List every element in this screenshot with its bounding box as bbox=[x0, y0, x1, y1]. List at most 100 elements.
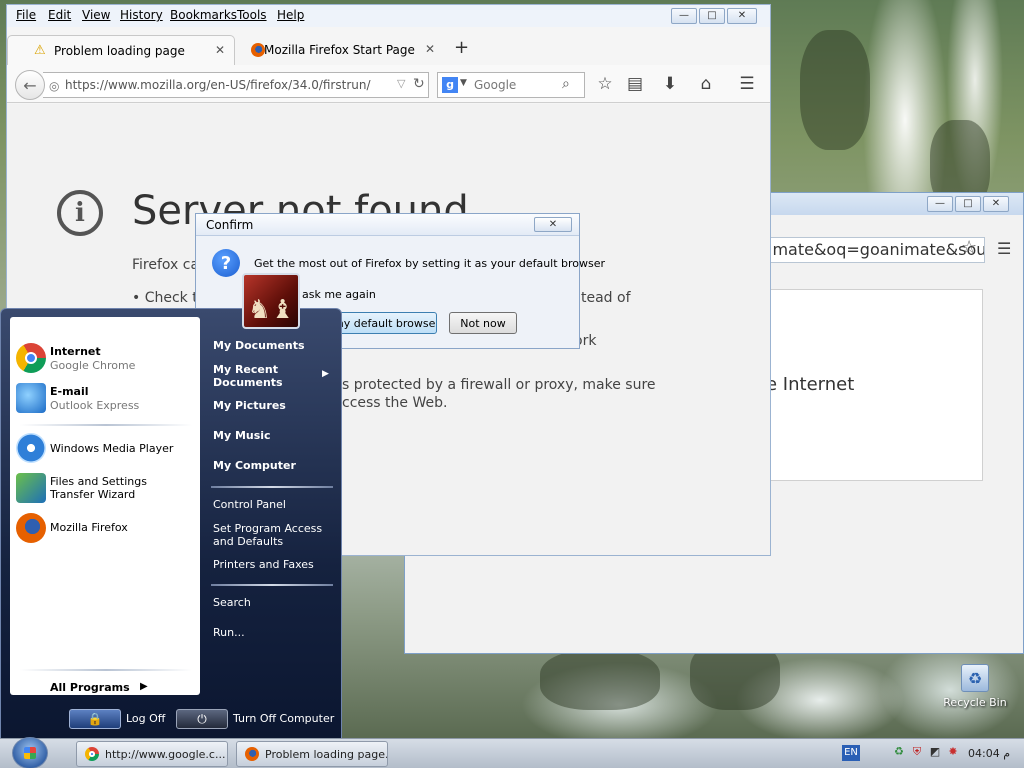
wallpaper-rock bbox=[540, 650, 660, 710]
my-pictures[interactable]: My Pictures bbox=[213, 399, 286, 412]
menu-view[interactable]: View bbox=[82, 8, 110, 22]
tab-label: Mozilla Firefox Start Page bbox=[264, 43, 415, 57]
home-icon[interactable]: ⌂ bbox=[695, 74, 717, 94]
tab-close-icon[interactable]: ✕ bbox=[215, 43, 225, 57]
separator bbox=[211, 486, 333, 488]
confirm-titlebar[interactable]: Confirm ✕ bbox=[196, 214, 579, 236]
close-icon[interactable]: ✕ bbox=[534, 217, 572, 232]
firefox-icon bbox=[245, 747, 259, 761]
recycle-bin[interactable]: ♻ Recycle Bin bbox=[942, 664, 1008, 709]
confirm-title: Confirm bbox=[206, 218, 254, 232]
program-name: Windows Media Player bbox=[50, 442, 174, 455]
search-item[interactable]: Search bbox=[213, 596, 251, 609]
maximize-button[interactable]: □ bbox=[955, 196, 981, 212]
engine-dropdown-icon[interactable]: ▼ bbox=[460, 78, 467, 88]
error-web-text: ccess the Web. bbox=[342, 395, 448, 411]
back-button[interactable]: ← bbox=[15, 70, 45, 100]
program-name: Internet bbox=[50, 345, 101, 358]
error-description: Firefox ca bbox=[132, 257, 200, 273]
menu-file[interactable]: File bbox=[16, 8, 36, 22]
separator bbox=[20, 424, 192, 426]
program-mozilla-firefox[interactable]: Mozilla Firefox bbox=[14, 509, 196, 549]
run-item[interactable]: Run... bbox=[213, 626, 245, 639]
program-files-settings-transfer[interactable]: Files and Settings Transfer Wizard bbox=[14, 469, 196, 509]
new-tab-icon[interactable]: + bbox=[454, 37, 469, 58]
program-internet[interactable]: Internet Google Chrome bbox=[14, 339, 196, 379]
bookmark-star-icon[interactable]: ☆ bbox=[961, 237, 977, 258]
chrome-error-card: e Internet bbox=[765, 289, 983, 481]
taskbar-item-firefox[interactable]: Problem loading page... bbox=[236, 741, 388, 767]
taskbar-item-label: Problem loading page... bbox=[265, 748, 388, 761]
turn-off-label[interactable]: Turn Off Computer bbox=[233, 712, 334, 725]
tray-network-icon[interactable]: ♻ bbox=[892, 745, 906, 759]
search-icon[interactable]: ⌕ bbox=[562, 76, 570, 92]
chrome-icon bbox=[85, 747, 99, 761]
log-off-button[interactable]: 🔒 bbox=[69, 709, 121, 729]
log-off-label[interactable]: Log Off bbox=[126, 712, 165, 725]
minimize-button[interactable]: — bbox=[671, 8, 697, 24]
menu-history[interactable]: History bbox=[120, 8, 163, 22]
transfer-wizard-icon bbox=[16, 473, 46, 503]
omnibox-text: imate&oq=goanimate&sou bbox=[768, 240, 985, 259]
start-menu: ♞♝ Internet Google Chrome E-mail Outlook… bbox=[0, 273, 342, 740]
warning-icon: ⚠ bbox=[34, 43, 46, 58]
program-email[interactable]: E-mail Outlook Express bbox=[14, 379, 196, 419]
menu-tools[interactable]: Tools bbox=[237, 8, 267, 22]
control-panel[interactable]: Control Panel bbox=[213, 498, 286, 511]
desktop: ♻ Recycle Bin — □ ✕ imate&oq=goanimate&s… bbox=[0, 0, 1024, 768]
language-indicator[interactable]: EN bbox=[842, 745, 860, 761]
my-computer[interactable]: My Computer bbox=[213, 459, 296, 472]
firefox-menubar: File Edit View History Bookmarks Tools H… bbox=[7, 5, 770, 27]
close-button[interactable]: ✕ bbox=[983, 196, 1009, 212]
error-bullet: • Check t bbox=[132, 290, 198, 306]
info-icon: i bbox=[57, 190, 103, 236]
error-proxy-text: s protected by a firewall or proxy, make… bbox=[342, 377, 656, 393]
my-music[interactable]: My Music bbox=[213, 429, 271, 442]
tab-close-icon[interactable]: ✕ bbox=[425, 42, 435, 56]
url-dropdown-icon[interactable]: ▽ bbox=[397, 77, 405, 90]
firefox-icon bbox=[251, 43, 265, 57]
start-button[interactable] bbox=[12, 737, 48, 768]
my-documents[interactable]: My Documents bbox=[213, 339, 305, 352]
search-placeholder: Google bbox=[474, 78, 517, 92]
user-picture-chess-icon[interactable]: ♞♝ bbox=[242, 273, 300, 329]
chrome-omnibox[interactable]: imate&oq=goanimate&sou bbox=[765, 237, 985, 263]
confirm-message: Get the most out of Firefox by setting i… bbox=[254, 257, 606, 270]
download-icon[interactable]: ⬇ bbox=[659, 74, 681, 94]
minimize-button[interactable]: — bbox=[927, 196, 953, 212]
set-program-access[interactable]: Set Program Access and Defaults bbox=[213, 522, 325, 548]
turn-off-button[interactable]: ⏻ bbox=[176, 709, 228, 729]
tab-firefox-start[interactable]: Mozilla Firefox Start Page ✕ bbox=[239, 35, 439, 65]
clock[interactable]: 04:04 م bbox=[968, 747, 1010, 760]
ask-again-label[interactable]: ask me again bbox=[302, 288, 376, 301]
menu-bookmarks[interactable]: Bookmarks bbox=[170, 8, 237, 22]
url-bar[interactable]: ◎ https://www.mozilla.org/en-US/firefox/… bbox=[43, 72, 429, 98]
menu-edit[interactable]: Edit bbox=[48, 8, 71, 22]
tray-volume-icon[interactable]: ✸ bbox=[946, 745, 960, 759]
program-sub: Outlook Express bbox=[50, 399, 140, 412]
reload-icon[interactable]: ↻ bbox=[413, 76, 425, 92]
menu-icon[interactable]: ☰ bbox=[736, 74, 758, 94]
submenu-arrow-icon: ▶ bbox=[322, 369, 329, 379]
power-icon: ⏻ bbox=[197, 712, 207, 726]
reading-list-icon[interactable]: ▤ bbox=[624, 74, 646, 94]
search-bar[interactable]: g ▼ Google ⌕ bbox=[437, 72, 585, 98]
program-windows-media-player[interactable]: Windows Media Player bbox=[14, 429, 196, 469]
not-now-button[interactable]: Not now bbox=[449, 312, 517, 334]
menu-help[interactable]: Help bbox=[277, 8, 304, 22]
printers-and-faxes[interactable]: Printers and Faxes bbox=[213, 558, 314, 571]
tray-shield-icon[interactable]: ⛨ bbox=[910, 745, 924, 759]
tray-app-icon[interactable]: ◩ bbox=[928, 745, 942, 759]
all-programs[interactable]: All Programs bbox=[50, 681, 130, 694]
use-default-browser-button[interactable]: my default browser bbox=[332, 312, 437, 334]
taskbar-item-chrome[interactable]: http://www.google.c... bbox=[76, 741, 228, 767]
my-recent-documents[interactable]: My Recent Documents bbox=[213, 363, 301, 389]
close-button[interactable]: ✕ bbox=[727, 8, 757, 24]
program-sub: Google Chrome bbox=[50, 359, 136, 372]
chrome-menu-icon[interactable]: ☰ bbox=[997, 239, 1011, 258]
tab-problem-loading[interactable]: ⚠ Problem loading page ✕ bbox=[7, 35, 235, 65]
wallpaper-rock bbox=[800, 30, 870, 150]
maximize-button[interactable]: □ bbox=[699, 8, 725, 24]
google-engine-icon[interactable]: g bbox=[442, 77, 458, 93]
bookmark-star-icon[interactable]: ☆ bbox=[594, 74, 616, 94]
